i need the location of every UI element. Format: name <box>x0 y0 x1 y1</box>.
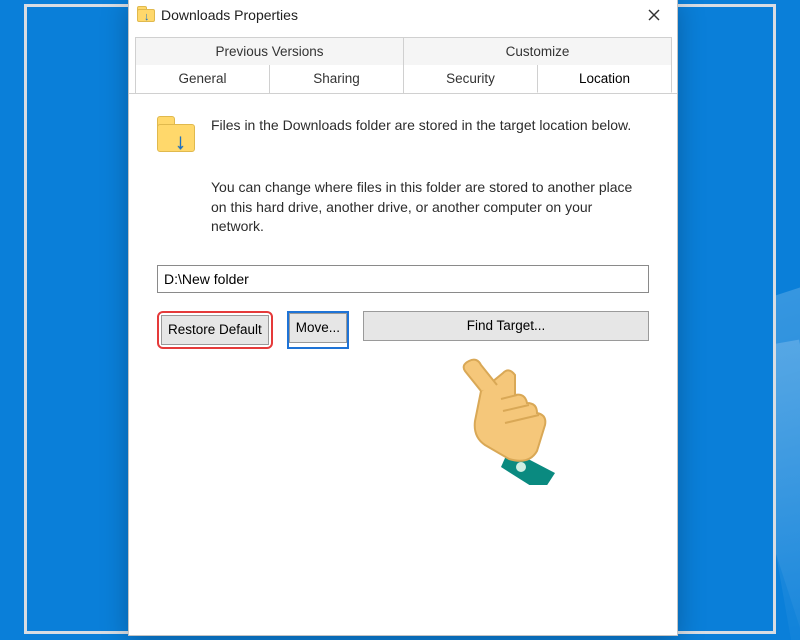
find-target-button[interactable]: Find Target... <box>363 311 649 341</box>
close-icon <box>648 9 660 21</box>
windows-desktop: ↓ Downloads Properties Previous Versions… <box>0 0 800 640</box>
tab-sharing[interactable]: Sharing <box>269 65 404 93</box>
highlight-move: Move... <box>287 311 349 349</box>
location-note-text: You can change where files in this folde… <box>211 178 649 237</box>
window-title: Downloads Properties <box>161 7 298 23</box>
downloads-folder-icon: ↓ <box>137 6 155 24</box>
tab-location[interactable]: Location <box>537 65 672 93</box>
tab-security[interactable]: Security <box>403 65 538 93</box>
titlebar: ↓ Downloads Properties <box>129 0 677 31</box>
downloads-folder-large-icon: ↓ <box>157 116 197 152</box>
tab-strip: Previous Versions Customize General Shar… <box>129 31 677 94</box>
pointing-hand-icon <box>451 355 571 485</box>
highlight-restore-default: Restore Default <box>157 311 273 349</box>
tab-previous-versions[interactable]: Previous Versions <box>135 37 404 65</box>
location-buttons: Restore Default Move... Find Target... <box>157 311 649 349</box>
location-tab-body: ↓ Files in the Downloads folder are stor… <box>129 94 677 371</box>
location-intro-text: Files in the Downloads folder are stored… <box>211 116 631 135</box>
tab-general[interactable]: General <box>135 65 270 93</box>
close-button[interactable] <box>631 0 677 31</box>
location-path-input[interactable] <box>157 265 649 293</box>
tab-customize[interactable]: Customize <box>403 37 672 65</box>
move-button[interactable]: Move... <box>289 313 347 343</box>
restore-default-button[interactable]: Restore Default <box>161 315 269 345</box>
properties-dialog: ↓ Downloads Properties Previous Versions… <box>128 0 678 636</box>
